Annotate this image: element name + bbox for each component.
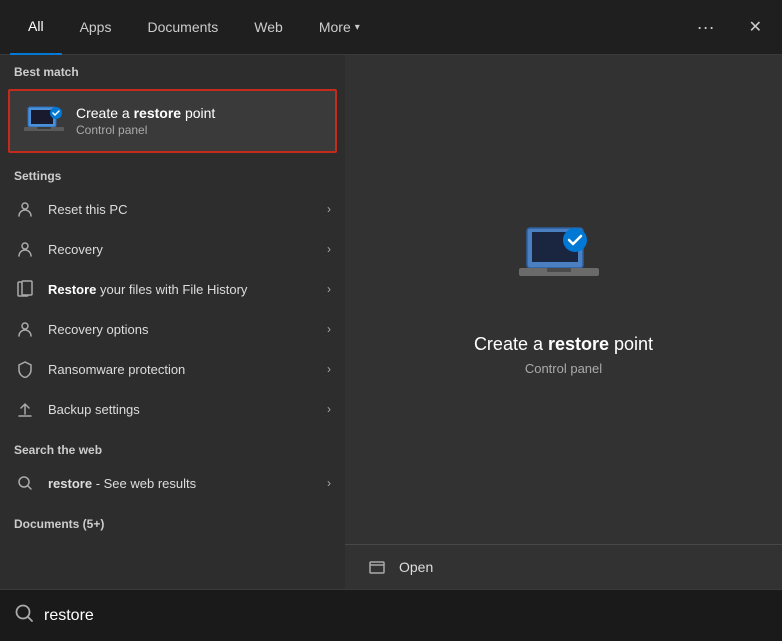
top-nav: All Apps Documents Web More ▾ ··· ✕ bbox=[0, 0, 782, 55]
restore-point-icon bbox=[24, 101, 64, 141]
left-panel: Best match Create a restore point bbox=[0, 55, 345, 589]
search-web-icon bbox=[14, 472, 36, 494]
more-options-button[interactable]: ··· bbox=[689, 13, 723, 42]
settings-item-restore-files[interactable]: Restore your files with File History › bbox=[0, 269, 345, 309]
chevron-right-icon-5: › bbox=[327, 362, 331, 376]
recovery-icon bbox=[14, 238, 36, 260]
restore-files-label: Restore your files with File History bbox=[48, 282, 327, 297]
right-panel: Create a restore point Control panel Ope… bbox=[345, 55, 782, 589]
search-bar bbox=[0, 589, 782, 641]
nav-actions: ··· ✕ bbox=[689, 13, 772, 42]
settings-item-ransomware[interactable]: Ransomware protection › bbox=[0, 349, 345, 389]
backup-icon bbox=[14, 398, 36, 420]
web-search-label: Search the web bbox=[0, 433, 345, 463]
recovery-options-label: Recovery options bbox=[48, 322, 327, 337]
recovery-label: Recovery bbox=[48, 242, 327, 257]
search-input[interactable] bbox=[44, 607, 768, 625]
ransomware-icon bbox=[14, 358, 36, 380]
right-actions: Open bbox=[345, 545, 782, 589]
tab-all[interactable]: All bbox=[10, 0, 62, 55]
best-match-text: Create a restore point Control panel bbox=[76, 105, 215, 137]
settings-item-recovery-options[interactable]: Recovery options › bbox=[0, 309, 345, 349]
main-content: Best match Create a restore point bbox=[0, 55, 782, 589]
right-title: Create a restore point bbox=[474, 334, 653, 355]
settings-section: Settings Reset this PC › bbox=[0, 159, 345, 429]
right-subtitle: Control panel bbox=[525, 361, 602, 376]
documents-section: Documents (5+) bbox=[0, 507, 345, 537]
web-search-section: Search the web restore - See web results… bbox=[0, 433, 345, 503]
best-match-title: Create a restore point bbox=[76, 105, 215, 121]
open-action[interactable]: Open bbox=[345, 545, 782, 589]
right-restore-icon bbox=[519, 224, 609, 314]
web-chevron-icon: › bbox=[327, 476, 331, 490]
documents-label: Documents (5+) bbox=[0, 507, 345, 537]
tab-documents[interactable]: Documents bbox=[129, 0, 236, 55]
tab-apps-label: Apps bbox=[80, 19, 112, 35]
reset-pc-label: Reset this PC bbox=[48, 202, 327, 217]
recovery-options-icon bbox=[14, 318, 36, 340]
tab-more-label: More bbox=[319, 19, 351, 35]
tab-web[interactable]: Web bbox=[236, 0, 301, 55]
chevron-right-icon-2: › bbox=[327, 242, 331, 256]
tab-all-label: All bbox=[28, 18, 44, 34]
tab-web-label: Web bbox=[254, 19, 283, 35]
web-search-item[interactable]: restore - See web results › bbox=[0, 463, 345, 503]
chevron-right-icon: › bbox=[327, 202, 331, 216]
restore-files-icon bbox=[14, 278, 36, 300]
chevron-right-icon-6: › bbox=[327, 402, 331, 416]
close-button[interactable]: ✕ bbox=[739, 13, 772, 41]
tab-documents-label: Documents bbox=[147, 19, 218, 35]
web-search-text: restore - See web results bbox=[48, 476, 196, 491]
open-icon bbox=[369, 559, 385, 575]
reset-pc-icon bbox=[14, 198, 36, 220]
settings-label: Settings bbox=[0, 159, 345, 189]
settings-item-reset[interactable]: Reset this PC › bbox=[0, 189, 345, 229]
ransomware-label: Ransomware protection bbox=[48, 362, 327, 377]
chevron-down-icon: ▾ bbox=[355, 22, 360, 33]
best-match-label: Best match bbox=[0, 55, 345, 85]
chevron-right-icon-4: › bbox=[327, 322, 331, 336]
settings-item-recovery[interactable]: Recovery › bbox=[0, 229, 345, 269]
chevron-right-icon-3: › bbox=[327, 282, 331, 296]
backup-label: Backup settings bbox=[48, 402, 327, 417]
tab-apps[interactable]: Apps bbox=[62, 0, 130, 55]
settings-item-backup[interactable]: Backup settings › bbox=[0, 389, 345, 429]
search-icon bbox=[14, 603, 34, 628]
best-match-subtitle: Control panel bbox=[76, 123, 215, 137]
right-detail: Create a restore point Control panel bbox=[345, 55, 782, 544]
open-label: Open bbox=[399, 559, 433, 575]
best-match-item[interactable]: Create a restore point Control panel bbox=[8, 89, 337, 153]
tab-more[interactable]: More ▾ bbox=[301, 0, 378, 55]
